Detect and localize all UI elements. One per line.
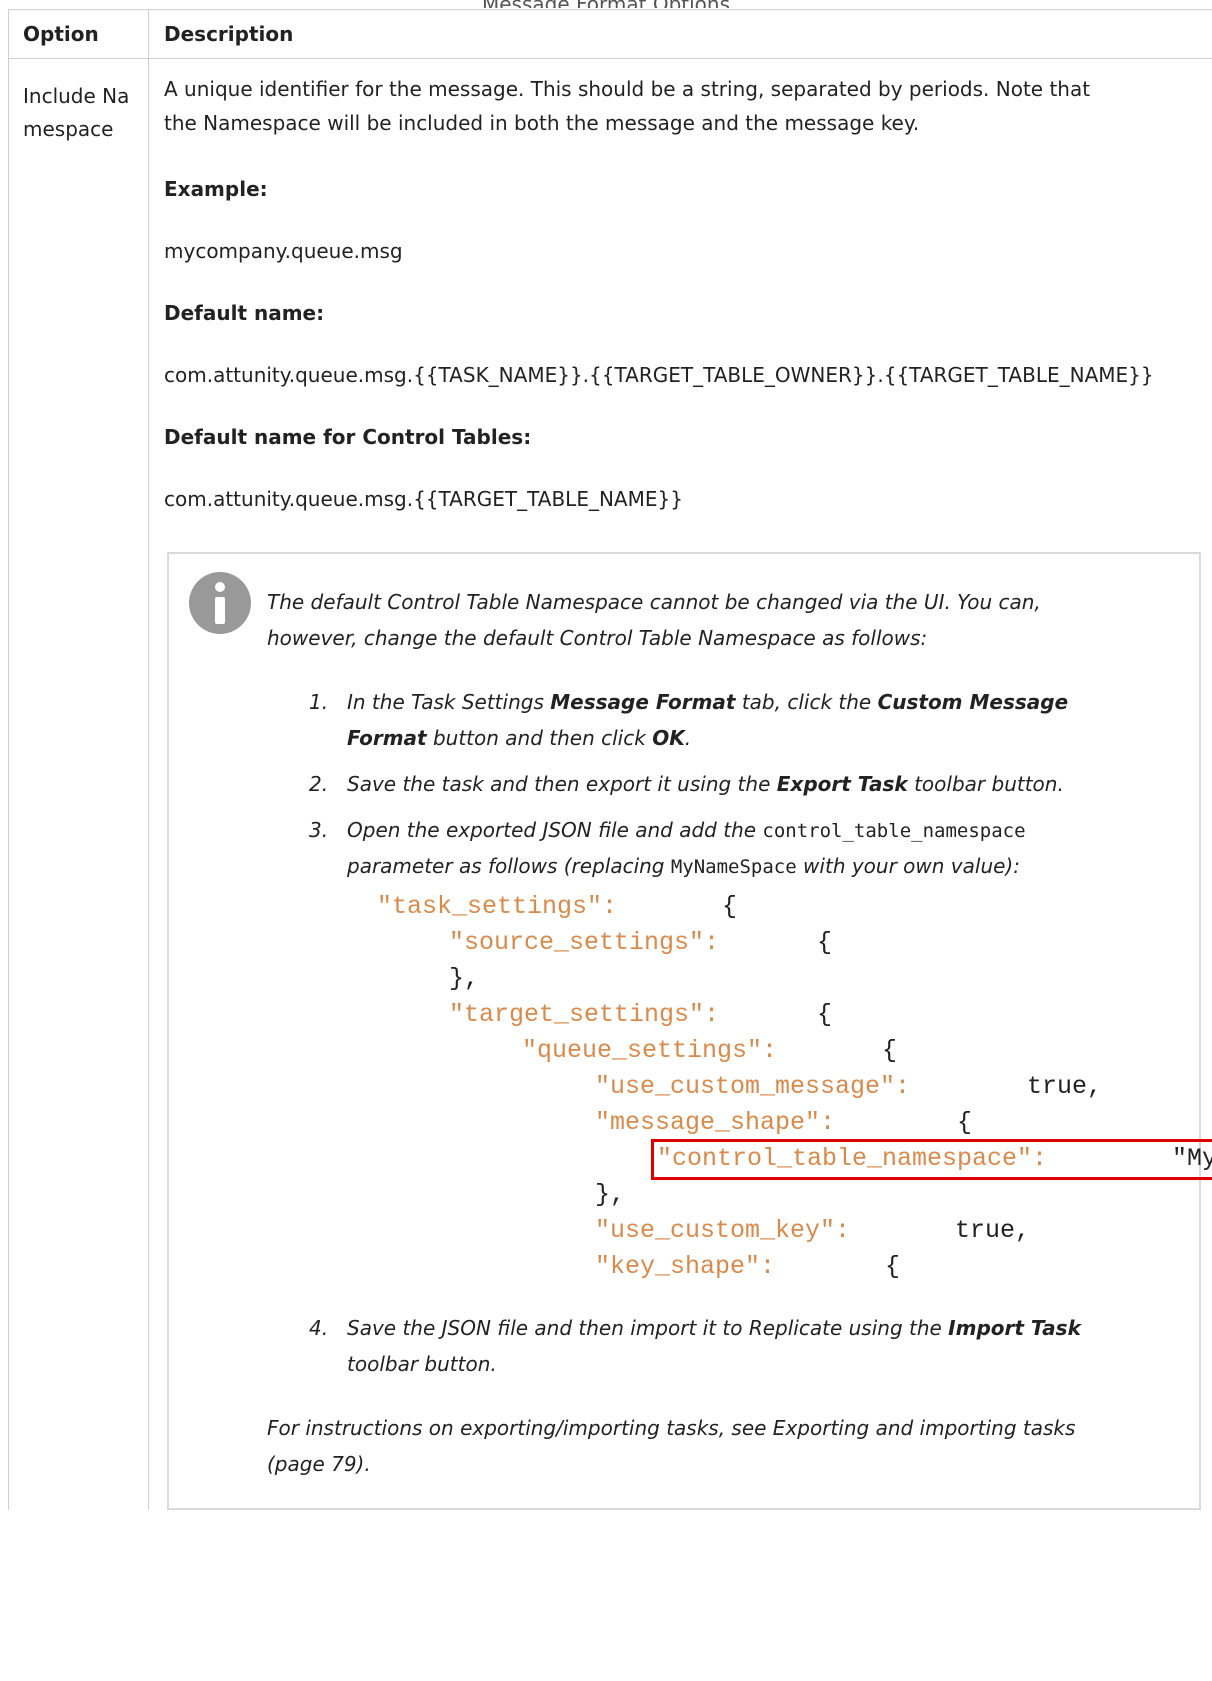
step-4-line-2: toolbar button. xyxy=(347,1352,497,1376)
control-tables-value: com.attunity.queue.msg.{{TARGET_TABLE_NA… xyxy=(164,487,683,511)
description-line-2: the Namespace will be included in both t… xyxy=(164,111,920,135)
note-box: The default Control Table Namespace cann… xyxy=(167,552,1212,1510)
options-table: Option Description Include Namespace A u… xyxy=(8,9,1212,1510)
json-code-snippet: "task_settings": { "source_settings": { … xyxy=(377,889,1212,1289)
code-key: "use_custom_message": xyxy=(595,1072,911,1101)
info-icon xyxy=(189,572,251,634)
code-punct: true, xyxy=(1027,1072,1103,1101)
step-3-line-1: Open the exported JSON file and add the … xyxy=(347,818,1026,842)
code-key: "use_custom_key": xyxy=(595,1216,851,1245)
code-key: "target_settings": xyxy=(449,1000,720,1029)
step-3-line-2: parameter as follows (replacing MyNameSp… xyxy=(347,854,1020,878)
step-1-line-2: Format button and then click OK. xyxy=(347,726,692,750)
note-line-2: however, change the default Control Tabl… xyxy=(267,626,928,650)
code-punct: { xyxy=(885,1252,901,1281)
note-footer-line-1: For instructions on exporting/importing … xyxy=(267,1416,1076,1440)
example-label: Example: xyxy=(164,177,268,201)
code-punct: { xyxy=(957,1108,973,1137)
step-1-line-1: In the Task Settings Message Format tab,… xyxy=(347,690,1069,714)
code-punct: { xyxy=(817,1000,833,1029)
code-punct: { xyxy=(817,928,833,957)
code-punct: { xyxy=(882,1036,898,1065)
page-caption: Message Format Options xyxy=(0,0,1212,8)
option-name: Include Namespace xyxy=(23,84,130,141)
code-key: "key_shape": xyxy=(595,1252,776,1281)
code-key: "queue_settings": xyxy=(522,1036,778,1065)
code-key: "message_shape": xyxy=(595,1108,836,1137)
step-2-number: 2. xyxy=(309,772,329,796)
step-1-number: 1. xyxy=(309,690,329,714)
code-punct: }, xyxy=(449,964,480,993)
default-name-label: Default name: xyxy=(164,301,325,325)
code-key: "task_settings": xyxy=(377,892,618,921)
control-tables-label: Default name for Control Tables: xyxy=(164,425,532,449)
step-4-number: 4. xyxy=(309,1316,329,1340)
description-line-1: A unique identifier for the message. Thi… xyxy=(164,77,1091,101)
code-punct: }, xyxy=(595,1180,626,1209)
note-line-1: The default Control Table Namespace cann… xyxy=(267,590,1041,614)
code-punct: { xyxy=(722,892,738,921)
step-3-number: 3. xyxy=(309,818,329,842)
step-2-text: Save the task and then export it using t… xyxy=(347,772,1064,796)
table-header-row: Option Description xyxy=(9,10,1212,59)
step-4-line-1: Save the JSON file and then import it to… xyxy=(347,1316,1081,1340)
column-divider xyxy=(148,10,149,1510)
default-name-value: com.attunity.queue.msg.{{TASK_NAME}}.{{T… xyxy=(164,363,1154,387)
code-key: "source_settings": xyxy=(449,928,720,957)
note-footer-line-2: (page 79). xyxy=(267,1452,371,1476)
example-value: mycompany.queue.msg xyxy=(164,239,403,263)
header-option: Option xyxy=(23,22,99,46)
header-description: Description xyxy=(164,22,294,46)
code-punct: true, xyxy=(955,1216,1031,1245)
highlight-box xyxy=(651,1139,1212,1180)
